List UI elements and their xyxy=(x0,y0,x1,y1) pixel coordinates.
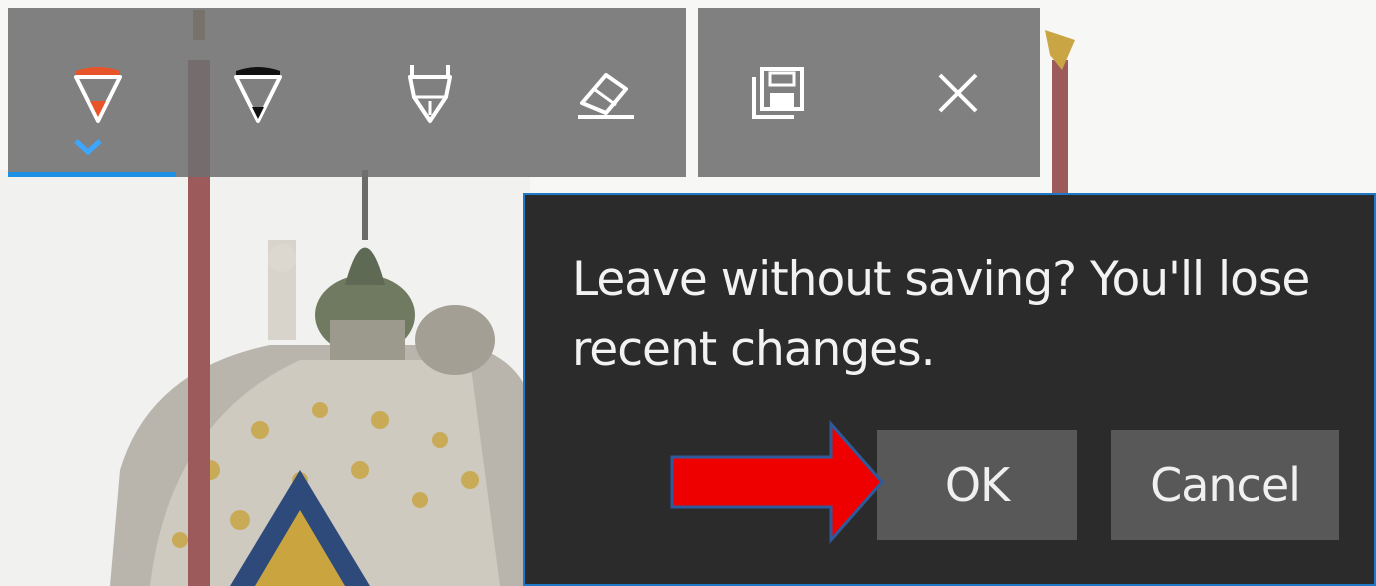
dialog-message: Leave without saving? You'll lose recent… xyxy=(572,252,1310,377)
cancel-button[interactable]: Cancel xyxy=(1111,430,1339,540)
annotation-arrow xyxy=(670,420,884,544)
pen-toolbar xyxy=(8,8,686,177)
pencil-icon xyxy=(234,66,282,123)
ok-button[interactable]: OK xyxy=(877,430,1077,540)
eraser-button[interactable] xyxy=(556,8,656,177)
save-button[interactable] xyxy=(728,8,828,177)
selected-tool-indicator xyxy=(8,172,176,177)
pencil-button[interactable] xyxy=(208,8,308,177)
action-toolbar xyxy=(698,8,1040,177)
unsaved-changes-dialog: Leave without saving? You'll lose recent… xyxy=(523,193,1376,586)
save-icon xyxy=(752,66,804,119)
eraser-icon xyxy=(578,72,634,119)
highlighter-button[interactable] xyxy=(380,8,480,177)
ballpoint-pen-icon xyxy=(74,66,122,123)
close-icon xyxy=(938,73,978,112)
chevron-down-icon[interactable] xyxy=(72,138,104,156)
close-button[interactable] xyxy=(908,8,1008,177)
highlighter-pen-icon xyxy=(408,64,452,123)
